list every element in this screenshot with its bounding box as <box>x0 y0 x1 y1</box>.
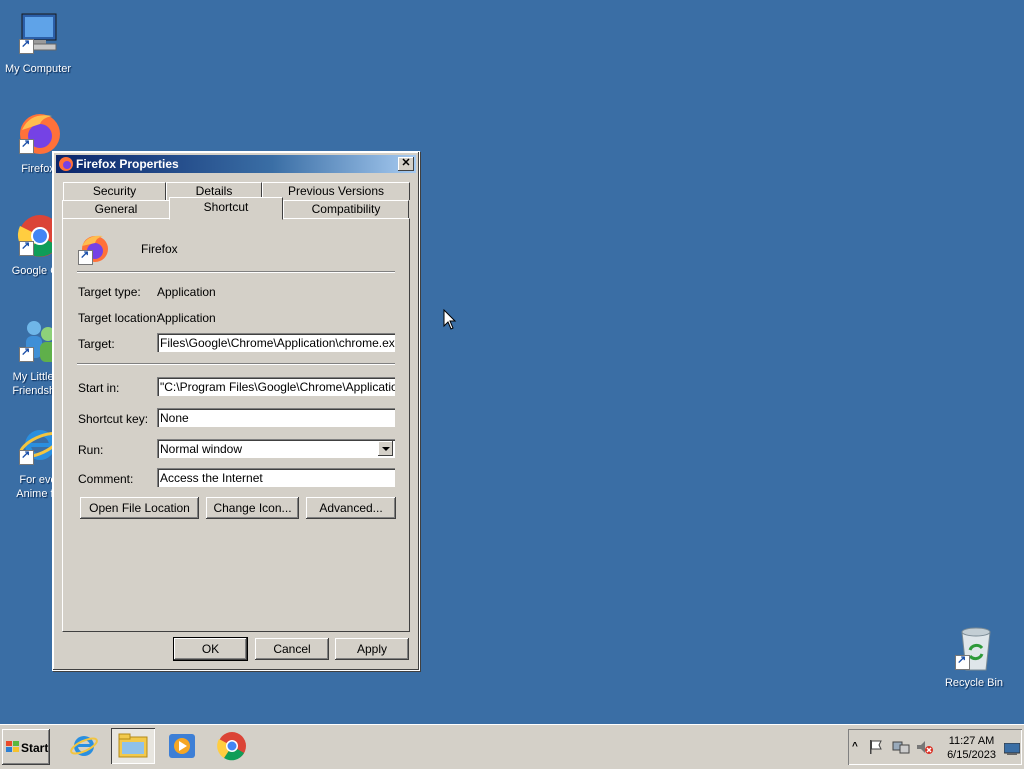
comment-label: Comment: <box>78 472 134 486</box>
tab-general[interactable]: General <box>62 200 170 218</box>
app-name: Firefox <box>141 242 178 256</box>
clock[interactable]: 11:27 AM 6/15/2023 <box>947 734 996 762</box>
run-select-value: Normal window <box>160 442 243 456</box>
dialog-title: Firefox Properties <box>76 157 179 171</box>
clock-time: 11:27 AM <box>948 735 995 747</box>
properties-dialog: Firefox Properties ✕ Security Details Pr… <box>52 151 420 671</box>
my-computer-icon <box>14 10 62 58</box>
taskbar-app-internet-explorer[interactable] <box>62 728 106 764</box>
dialog-titlebar[interactable]: Firefox Properties ✕ <box>56 155 416 173</box>
comment-input-value: Access the Internet <box>160 471 263 485</box>
file-explorer-icon <box>118 732 148 763</box>
windows-logo-icon <box>6 741 20 753</box>
start-button[interactable]: Start <box>2 729 50 765</box>
shortcut-key-label: Shortcut key: <box>78 412 149 426</box>
desktop-icon-label: My Computer <box>4 63 72 75</box>
tab-compatibility[interactable]: Compatibility <box>283 200 409 218</box>
target-input-value: Files\Google\Chrome\Application\chrome.e… <box>160 336 395 350</box>
firefox-icon <box>77 233 109 265</box>
show-hidden-icons-icon[interactable]: ^ <box>852 741 858 752</box>
network-icon[interactable] <box>892 739 910 758</box>
action-center-flag-icon[interactable] <box>868 739 884 758</box>
target-input[interactable]: Files\Google\Chrome\Application\chrome.e… <box>157 333 395 352</box>
cancel-button[interactable]: Cancel <box>255 638 329 660</box>
shortcut-key-input[interactable]: None <box>157 408 395 427</box>
taskbar-app-chrome[interactable] <box>210 728 254 764</box>
start-label: Start <box>21 741 49 755</box>
chevron-down-icon[interactable] <box>378 441 393 456</box>
target-location-label: Target location: <box>78 311 160 325</box>
taskbar-app-file-explorer[interactable] <box>111 728 155 764</box>
target-type-label: Target type: <box>78 285 141 299</box>
open-file-location-button[interactable]: Open File Location <box>80 497 199 519</box>
ok-button[interactable]: OK <box>173 637 248 661</box>
tab-security[interactable]: Security <box>63 182 166 200</box>
close-button[interactable]: ✕ <box>398 157 414 171</box>
target-type-value: Application <box>157 285 216 299</box>
tab-previous-versions[interactable]: Previous Versions <box>262 182 410 200</box>
shortcut-panel: Firefox Target type: Application Target … <box>62 218 410 632</box>
desktop-icon-label: Recycle Bin <box>944 677 1004 689</box>
target-label: Target: <box>78 337 115 351</box>
start-in-input-value: "C:\Program Files\Google\Chrome\Applicat… <box>160 380 395 394</box>
start-in-label: Start in: <box>78 381 120 395</box>
desktop-icon-my-computer[interactable]: My Computer <box>0 10 80 76</box>
start-in-input[interactable]: "C:\Program Files\Google\Chrome\Applicat… <box>157 377 395 396</box>
apply-button[interactable]: Apply <box>335 638 409 660</box>
tab-shortcut[interactable]: Shortcut <box>169 197 283 220</box>
taskbar: Start ^ 11:27 AM 6/15/2023 <box>0 724 1024 769</box>
shortcut-key-input-value: None <box>160 411 189 425</box>
change-icon-button[interactable]: Change Icon... <box>206 497 299 519</box>
run-select[interactable]: Normal window <box>157 439 395 458</box>
volume-muted-icon[interactable] <box>916 739 934 758</box>
chrome-icon <box>217 731 247 764</box>
divider <box>77 363 395 365</box>
mouse-cursor-icon <box>443 308 457 331</box>
media-player-icon <box>167 732 197 763</box>
internet-explorer-icon <box>69 731 99 764</box>
show-desktop-icon[interactable] <box>1003 742 1021 758</box>
target-location-value: Application <box>157 311 216 325</box>
recycle-bin-icon <box>950 624 998 672</box>
run-label: Run: <box>78 443 104 457</box>
advanced-button[interactable]: Advanced... <box>306 497 396 519</box>
firefox-icon <box>58 156 74 172</box>
system-tray: ^ 11:27 AM 6/15/2023 <box>848 729 1022 765</box>
taskbar-app-media-player[interactable] <box>160 728 204 764</box>
divider <box>77 271 395 273</box>
comment-input[interactable]: Access the Internet <box>157 468 395 487</box>
clock-date: 6/15/2023 <box>947 749 996 761</box>
desktop-icon-recycle-bin[interactable]: Recycle Bin <box>932 624 1016 690</box>
